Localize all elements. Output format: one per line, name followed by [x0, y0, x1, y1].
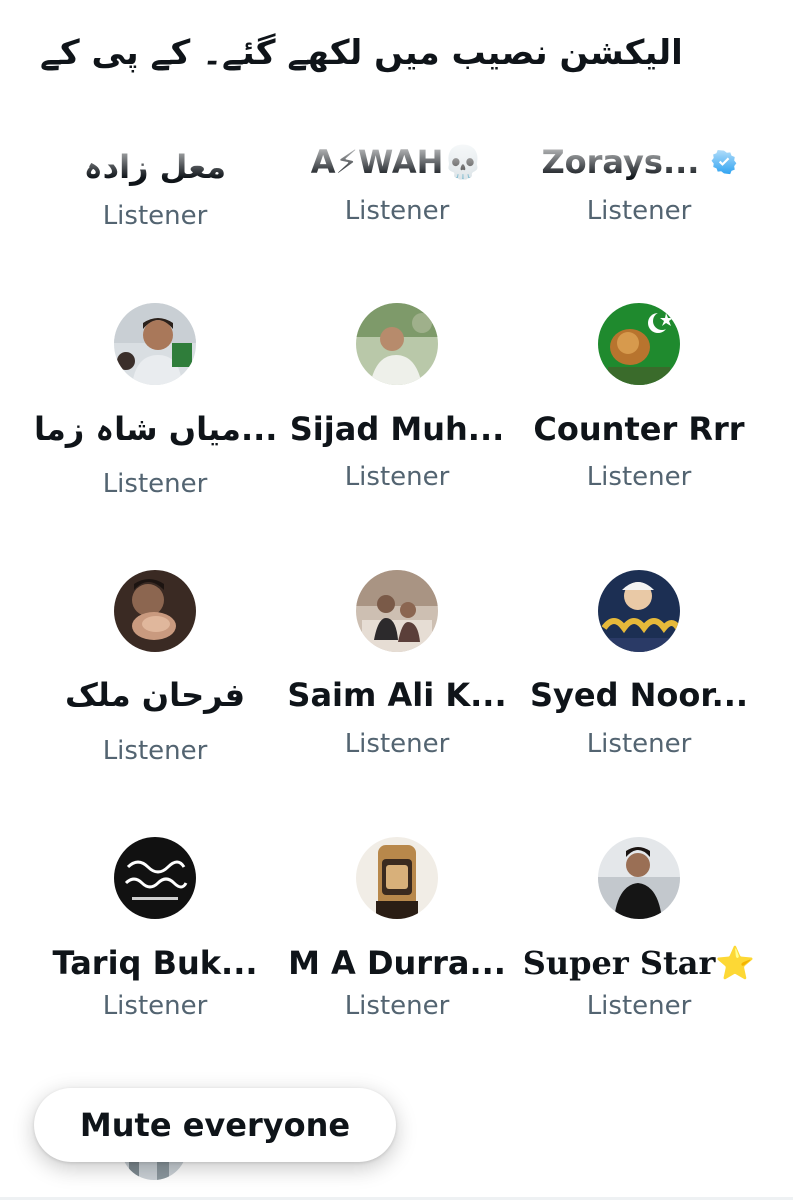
watch-photo-avatar[interactable] [356, 837, 438, 919]
mute-everyone-button[interactable]: Mute everyone [34, 1088, 396, 1162]
outdoor-photo-avatar[interactable] [356, 303, 438, 385]
listener-role: Listener [586, 991, 692, 1021]
listener-role: Listener [344, 462, 450, 492]
listener-role: Listener [586, 729, 692, 759]
listener-role: Listener [102, 469, 208, 499]
hands-photo-avatar[interactable] [114, 570, 196, 652]
listener-name: A⚡WAH💀 [310, 143, 484, 181]
arabic-text-avatar[interactable] [114, 837, 196, 919]
lion-flag-avatar[interactable] [598, 303, 680, 385]
listener-name: Sijad Muh... [289, 410, 505, 448]
listener-name: معل زادہ [83, 148, 227, 186]
listener-name: Counter Rrr [533, 410, 745, 448]
listener-name-text: Zorays... [541, 143, 700, 181]
listener-role: Listener [586, 196, 692, 226]
couple-photo-avatar[interactable] [356, 570, 438, 652]
listener-name: Super Star⭐ [522, 944, 756, 982]
listener-name: Saim Ali K... [287, 676, 507, 714]
calligraphy-logo-avatar[interactable] [598, 570, 680, 652]
listener-name: Zorays... [518, 143, 760, 181]
listener-name: فرحان ملک [64, 676, 246, 714]
listener-name: Syed Noor... [529, 676, 749, 714]
listener-role: Listener [102, 736, 208, 766]
listener-name: Tariq Buk... [52, 944, 258, 982]
listener-grid: معل زادہ Listener A⚡WAH💀 Listener Zorays… [0, 0, 793, 1200]
listener-role: Listener [102, 201, 208, 231]
listener-name: میاں شاہ زما... [34, 410, 276, 448]
listener-role: Listener [344, 729, 450, 759]
listener-role: Listener [344, 196, 450, 226]
listener-role: Listener [344, 991, 450, 1021]
listener-name: M A Durra... [288, 944, 506, 982]
verified-badge-icon [711, 149, 736, 175]
listener-role: Listener [586, 462, 692, 492]
man-black-shirt-avatar[interactable] [598, 837, 680, 919]
listener-role: Listener [102, 991, 208, 1021]
man-photo-avatar[interactable] [114, 303, 196, 385]
